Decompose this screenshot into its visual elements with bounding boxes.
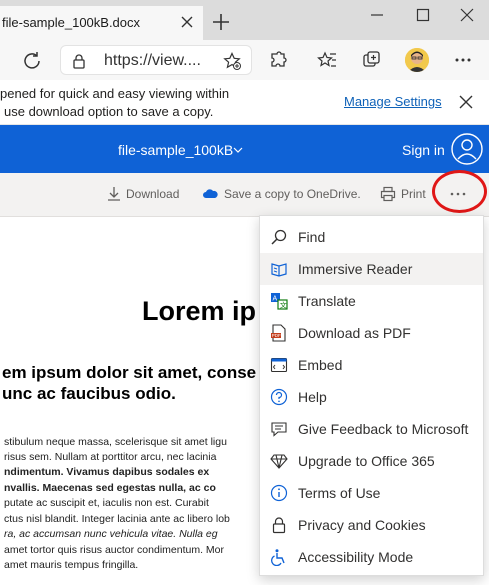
command-bar: Download Save a copy to OneDrive. Print bbox=[0, 173, 489, 217]
paragraph-line: amet tortor quis risus auctor condimentu… bbox=[4, 544, 224, 556]
menu-item-accessibility[interactable]: Accessibility Mode bbox=[260, 541, 483, 573]
info-icon bbox=[270, 484, 288, 502]
menu-item-label: Give Feedback to Microsoft bbox=[298, 421, 469, 437]
tab-close-icon[interactable] bbox=[178, 13, 196, 31]
diamond-icon bbox=[270, 454, 288, 469]
lock-icon[interactable] bbox=[71, 53, 87, 69]
svg-text:A: A bbox=[273, 296, 278, 303]
add-favorite-icon[interactable] bbox=[223, 52, 241, 70]
onedrive-icon[interactable] bbox=[202, 186, 218, 202]
svg-text:文: 文 bbox=[280, 301, 287, 310]
menu-item-terms[interactable]: Terms of Use bbox=[260, 477, 483, 509]
extensions-icon[interactable] bbox=[268, 50, 288, 70]
paragraph-line: ctus nisl blandit. Integer lacinia ante … bbox=[4, 513, 230, 525]
chevron-down-icon[interactable] bbox=[233, 146, 243, 154]
print-icon[interactable] bbox=[380, 186, 396, 202]
profile-avatar[interactable] bbox=[405, 48, 429, 72]
help-icon bbox=[270, 388, 288, 406]
address-bar[interactable]: https://view.... bbox=[60, 45, 252, 75]
paragraph-line: putate ac suscipit et, iaculis non est. … bbox=[4, 497, 209, 509]
browser-tab-strip: file-sample_100kB.docx bbox=[0, 0, 489, 40]
info-bar: pened for quick and easy viewing within … bbox=[0, 80, 489, 125]
avatar-icon bbox=[405, 48, 429, 72]
lock-icon bbox=[272, 517, 286, 534]
menu-item-label: Accessibility Mode bbox=[298, 549, 414, 565]
download-icon[interactable] bbox=[106, 186, 122, 202]
pdf-icon: PDF bbox=[271, 324, 286, 342]
menu-item-label: Find bbox=[298, 229, 326, 245]
tab-title: file-sample_100kB.docx bbox=[2, 15, 141, 30]
translate-icon: A文 bbox=[271, 293, 288, 310]
menu-item-label: Embed bbox=[298, 357, 343, 373]
paragraph-line: ndimentum. Vivamus dapibus sodales ex bbox=[4, 466, 210, 478]
immersive-reader-icon bbox=[271, 263, 287, 277]
more-options-menu: Find Immersive Reader A文 Translate PDF D… bbox=[259, 215, 484, 576]
print-button[interactable]: Print bbox=[401, 187, 426, 201]
settings-more-icon[interactable] bbox=[453, 50, 473, 70]
menu-item-label: Terms of Use bbox=[298, 485, 381, 501]
url-text[interactable]: https://view.... bbox=[104, 52, 201, 70]
document-subheading-line1: em ipsum dolor sit amet, conse bbox=[2, 363, 257, 382]
download-button[interactable]: Download bbox=[126, 187, 179, 201]
menu-item-translate[interactable]: A文 Translate bbox=[260, 285, 483, 317]
paragraph-line: nvallis. Maecenas sed egestas nulla, ac … bbox=[4, 482, 216, 494]
collections-icon[interactable] bbox=[362, 50, 382, 70]
sign-in-button[interactable]: Sign in bbox=[402, 142, 445, 158]
refresh-icon[interactable] bbox=[22, 50, 42, 70]
maximize-icon[interactable] bbox=[416, 8, 430, 22]
favorites-icon[interactable] bbox=[317, 50, 337, 70]
document-heading: Lorem ip bbox=[142, 296, 257, 326]
user-icon[interactable] bbox=[451, 133, 483, 165]
paragraph-line: ra, ac accumsan nunc vehicula vitae. Nul… bbox=[4, 528, 218, 540]
menu-item-upgrade-office[interactable]: Upgrade to Office 365 bbox=[260, 445, 483, 477]
new-tab-icon[interactable] bbox=[211, 12, 231, 32]
manage-settings-link[interactable]: Manage Settings bbox=[344, 94, 442, 109]
document-subheading-line2: unc ac faucibus odio. bbox=[2, 384, 176, 403]
menu-item-label: Privacy and Cookies bbox=[298, 517, 426, 533]
menu-item-label: Upgrade to Office 365 bbox=[298, 453, 435, 469]
svg-text:PDF: PDF bbox=[272, 333, 281, 338]
feedback-icon bbox=[271, 422, 287, 437]
window-close-icon[interactable] bbox=[460, 8, 474, 22]
accessibility-icon bbox=[271, 549, 285, 566]
search-icon bbox=[271, 229, 287, 245]
info-text-line1: pened for quick and easy viewing within bbox=[0, 86, 230, 101]
annotation-circle bbox=[432, 170, 487, 213]
menu-item-give-feedback[interactable]: Give Feedback to Microsoft bbox=[260, 413, 483, 445]
menu-item-label: Help bbox=[298, 389, 327, 405]
paragraph-line: amet mauris tempus fringilla. bbox=[4, 559, 139, 571]
paragraph-line: stibulum neque massa, scelerisque sit am… bbox=[4, 436, 227, 448]
save-to-onedrive-button[interactable]: Save a copy to OneDrive. bbox=[224, 187, 361, 201]
menu-item-immersive-reader[interactable]: Immersive Reader bbox=[260, 253, 483, 285]
menu-item-download-pdf[interactable]: PDF Download as PDF bbox=[260, 317, 483, 349]
menu-item-help[interactable]: Help bbox=[260, 381, 483, 413]
menu-item-label: Download as PDF bbox=[298, 325, 411, 341]
menu-item-label: Translate bbox=[298, 293, 356, 309]
document-title[interactable]: file-sample_100kB bbox=[118, 142, 233, 158]
office-header: file-sample_100kB Sign in bbox=[0, 125, 489, 173]
browser-toolbar: https://view.... bbox=[0, 40, 489, 80]
menu-item-embed[interactable]: Embed bbox=[260, 349, 483, 381]
menu-item-label: Immersive Reader bbox=[298, 261, 413, 277]
menu-item-find[interactable]: Find bbox=[260, 221, 483, 253]
paragraph-line: risus sem. Nullam at porttitor arcu, nec… bbox=[4, 451, 217, 463]
info-text-line2: use download option to save a copy. bbox=[4, 104, 214, 119]
close-icon[interactable] bbox=[459, 95, 473, 109]
browser-tab[interactable]: file-sample_100kB.docx bbox=[0, 6, 203, 40]
embed-icon bbox=[270, 357, 288, 373]
menu-item-privacy[interactable]: Privacy and Cookies bbox=[260, 509, 483, 541]
minimize-icon[interactable] bbox=[370, 8, 384, 22]
